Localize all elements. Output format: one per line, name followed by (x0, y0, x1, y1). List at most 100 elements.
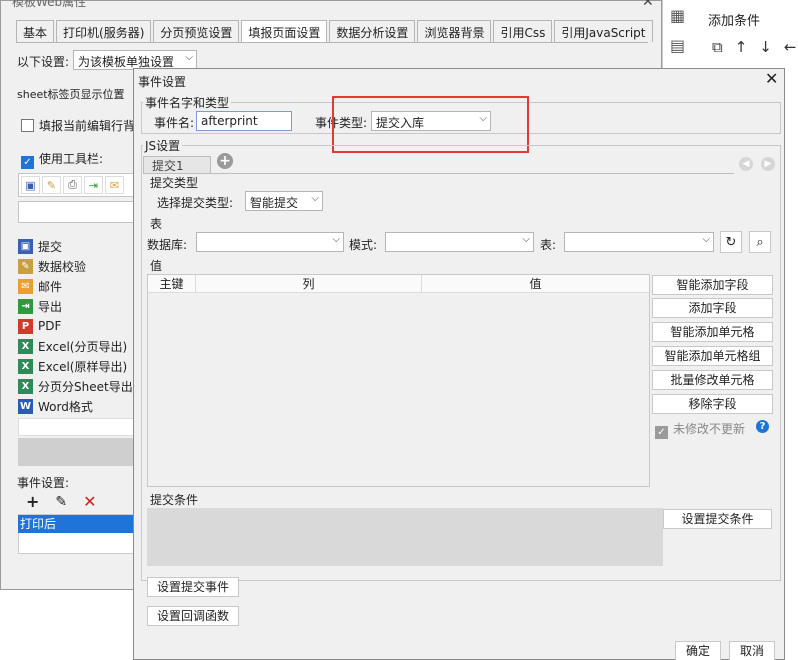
submit-type-section-label: 提交类型 (150, 176, 199, 190)
tab-7[interactable]: 引用JavaScript (554, 20, 653, 42)
list-item-label: 提交 (38, 239, 63, 254)
list-item[interactable]: X 分页分Sheet导出 (18, 376, 136, 396)
print-icon[interactable]: ⎙ (63, 176, 82, 194)
settings-panel-icon[interactable]: ▤ (670, 36, 685, 55)
copy-icon[interactable]: ⧉ (712, 38, 723, 56)
column-header-value[interactable]: 值 (422, 275, 649, 292)
list-item[interactable]: W Word格式 (18, 396, 136, 416)
condition-area (147, 508, 663, 566)
toolbar-button-list: ▣ 提交 ✎ 数据校验 ✉ 邮件 ⇥ 导出 P PDF X Excel(分页导出) X Excel(原样导… (18, 236, 136, 416)
pdf-icon: P (18, 318, 33, 334)
tab-divider (16, 42, 648, 43)
toolbar-preview: ▣ ✎ ⎙ ⇥ ✉ (18, 173, 136, 197)
add-icon[interactable]: + (26, 492, 39, 511)
prev-icon[interactable]: ◀ (739, 157, 753, 171)
word-icon: W (18, 398, 33, 414)
tab-divider (143, 173, 734, 174)
tab-2[interactable]: 分页预览设置 (153, 20, 240, 42)
tab-3[interactable]: 填报页面设置 (241, 20, 328, 43)
event-list-item[interactable]: 打印后 (18, 515, 136, 533)
submit-condition-label: 提交条件 (150, 493, 199, 507)
mail-icon[interactable]: ✉ (105, 176, 124, 194)
dialog-title: 事件设置 (138, 75, 187, 89)
list-item[interactable]: X Excel(原样导出) (18, 356, 136, 376)
delete-icon[interactable]: ✕ (83, 492, 96, 511)
pencil-icon[interactable]: ✎ (42, 176, 61, 194)
cancel-button[interactable]: 取消 (729, 641, 775, 660)
use-toolbar-label: 使用工具栏: (39, 152, 104, 166)
add-field-button[interactable]: 添加字段 (652, 298, 773, 318)
tab-4[interactable]: 数据分析设置 (329, 20, 416, 42)
batch-modify-cell-button[interactable]: 批量修改单元格 (652, 370, 773, 390)
save-icon[interactable]: ▣ (21, 176, 40, 194)
set-submit-condition-button[interactable]: 设置提交条件 (663, 509, 772, 529)
toolbar-blank-row (18, 201, 136, 223)
close-icon[interactable]: ✕ (765, 69, 778, 88)
set-submit-event-button[interactable]: 设置提交事件 (147, 577, 239, 597)
tab-1[interactable]: 打印机(服务器) (56, 20, 152, 42)
schema-select[interactable]: ⌵ (385, 232, 534, 252)
arrow-down-icon[interactable]: ↓ (759, 38, 772, 56)
setting-select[interactable]: 为该模板单独设置 ⌵ (73, 50, 197, 70)
choose-submit-type-label: 选择提交类型: (157, 196, 234, 210)
fill-row-checkbox[interactable]: 填报当前编辑行背 (21, 117, 135, 134)
list-item[interactable]: X Excel(分页导出) (18, 336, 136, 356)
tab-submit-1[interactable]: 提交1 (143, 156, 211, 174)
export-icon[interactable]: ⇥ (84, 176, 103, 194)
arrow-up-icon[interactable]: ↑ (735, 38, 748, 56)
list-item-label: Excel(分页导出) (38, 339, 128, 354)
table-select[interactable]: ⌵ (564, 232, 714, 252)
submit-type-select[interactable]: 智能提交 ⌵ (245, 191, 323, 211)
smart-add-cell-button[interactable]: 智能添加单元格 (652, 322, 773, 342)
list-item[interactable]: P PDF (18, 316, 136, 336)
arrow-left-icon[interactable]: ← (784, 38, 797, 56)
set-callback-button[interactable]: 设置回调函数 (147, 606, 239, 626)
grid-icon[interactable]: ▦ (670, 6, 685, 25)
export-icon: ⇥ (18, 298, 33, 314)
tab-5[interactable]: 浏览器背景 (417, 20, 492, 42)
excel-icon: X (18, 378, 33, 394)
list-footer (18, 418, 136, 436)
use-toolbar-checkbox[interactable]: ✓ 使用工具栏: (21, 150, 103, 169)
excel-icon: X (18, 358, 33, 374)
submit-type-value: 智能提交 (250, 196, 299, 210)
list-item[interactable]: ✎ 数据校验 (18, 256, 136, 276)
list-item-label: Word格式 (38, 399, 93, 414)
remove-field-button[interactable]: 移除字段 (652, 394, 773, 414)
chevron-down-icon: ⌵ (185, 52, 193, 63)
list-item-label: 邮件 (38, 279, 63, 294)
edit-icon[interactable]: ✎ (55, 494, 67, 510)
table-header: 主键 列 值 (148, 275, 649, 293)
column-header-key[interactable]: 主键 (148, 275, 196, 292)
column-header-column[interactable]: 列 (196, 275, 422, 292)
list-item-label: 分页分Sheet导出 (38, 379, 133, 394)
js-settings-label: JS设置 (143, 137, 183, 154)
table-label: 表: (540, 238, 557, 252)
value-section-label: 值 (150, 259, 163, 273)
event-toolbar: + ✎ ✕ (26, 492, 97, 511)
search-table-icon[interactable]: ⌕ (749, 231, 771, 253)
tab-6[interactable]: 引用Css (493, 20, 553, 42)
smart-add-field-button[interactable]: 智能添加字段 (652, 275, 773, 295)
ok-button[interactable]: 确定 (675, 641, 721, 660)
fill-row-label: 填报当前编辑行背 (39, 119, 136, 133)
close-icon[interactable]: ✕ (642, 0, 654, 10)
condition-toolbar: ⧉ ↑ ↓ ← (712, 38, 796, 56)
mail-icon: ✉ (18, 278, 33, 294)
add-condition-title: 添加条件 (708, 14, 761, 29)
refresh-icon[interactable]: ↻ (720, 231, 742, 253)
event-name-input[interactable]: afterprint (196, 111, 292, 131)
list-item[interactable]: ✉ 邮件 (18, 276, 136, 296)
next-icon[interactable]: ▶ (761, 157, 775, 171)
tab-0[interactable]: 基本 (16, 20, 55, 42)
help-icon[interactable]: ? (756, 420, 769, 433)
unchanged-no-update-checkbox[interactable]: ✓ 未修改不更新 (655, 420, 745, 439)
event-settings-label: 事件设置: (17, 476, 70, 490)
chevron-down-icon: ⌵ (522, 234, 530, 245)
add-tab-icon[interactable]: + (217, 153, 233, 169)
list-item[interactable]: ⇥ 导出 (18, 296, 136, 316)
list-item[interactable]: ▣ 提交 (18, 236, 136, 256)
database-select[interactable]: ⌵ (196, 232, 344, 252)
smart-add-cell-group-button[interactable]: 智能添加单元格组 (652, 346, 773, 366)
setting-label: 以下设置: (17, 55, 70, 69)
